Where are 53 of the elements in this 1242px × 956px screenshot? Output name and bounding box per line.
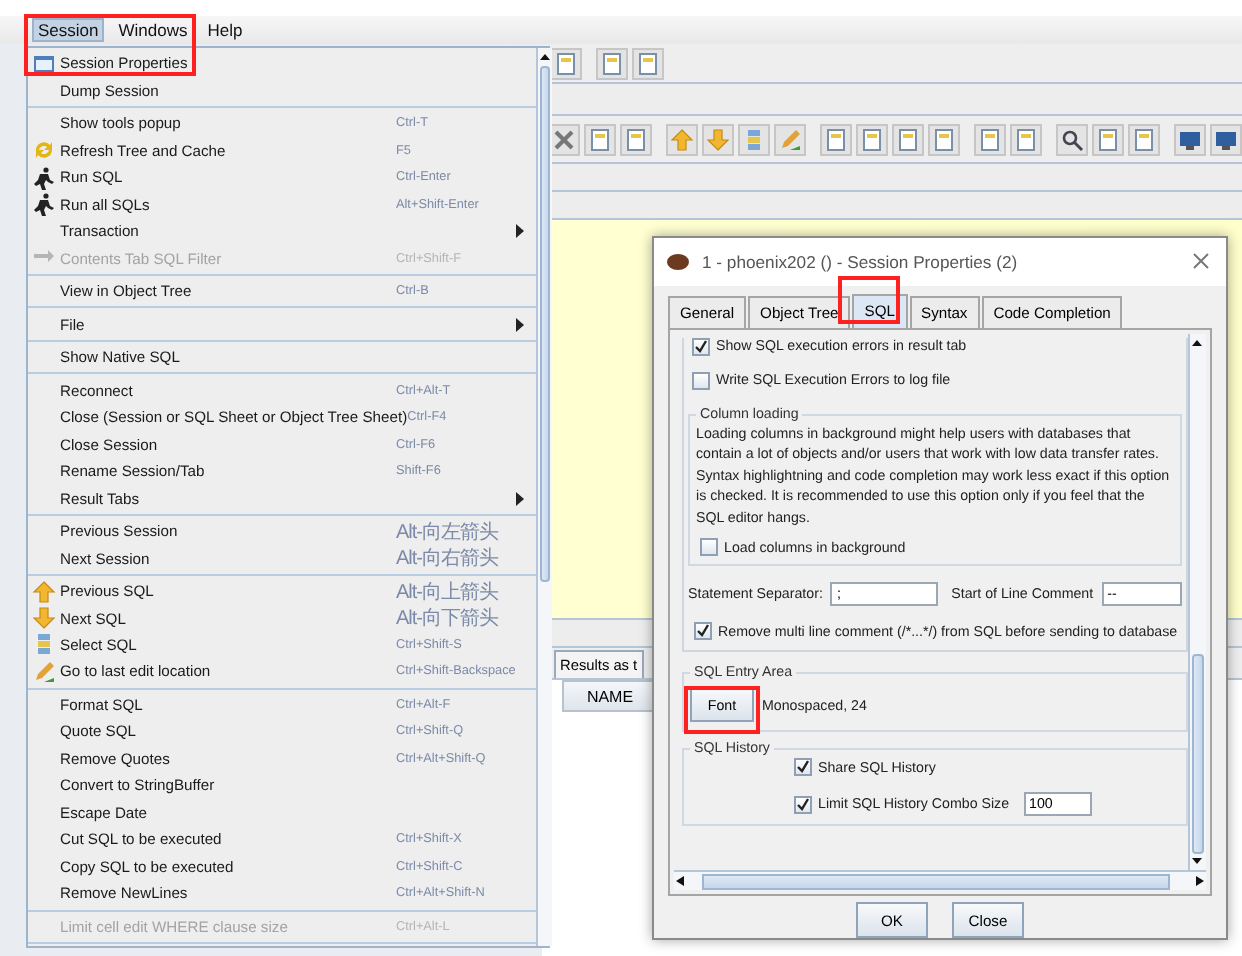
menu-bar-item[interactable]: Help — [201, 18, 249, 42]
shortcut-text: Alt-向右箭头 — [396, 545, 500, 573]
shortcut-text: Alt-向左箭头 — [396, 519, 500, 546]
document-icon — [624, 127, 648, 151]
document-icon — [932, 127, 956, 151]
up-arrow-icon — [32, 579, 56, 604]
column-header[interactable]: NAME — [562, 680, 658, 712]
pencil-icon — [778, 127, 802, 151]
document-icon — [588, 127, 612, 151]
monitor-icon — [1214, 127, 1238, 151]
checkbox[interactable] — [700, 538, 718, 557]
menu-bar-item[interactable]: Windows — [112, 18, 194, 42]
document-icon — [636, 51, 660, 75]
scroll-right-icon[interactable] — [1194, 874, 1206, 888]
pencil-icon — [32, 659, 56, 684]
document-icon — [896, 127, 920, 151]
document-icon — [554, 51, 578, 75]
monitor-icon — [1178, 127, 1202, 151]
document-icon — [860, 127, 884, 151]
checkbox[interactable] — [692, 371, 710, 390]
cross-icon — [552, 127, 576, 151]
toolbar-button[interactable] — [1210, 123, 1242, 155]
checkbox[interactable] — [694, 622, 712, 641]
runner-icon — [32, 192, 56, 217]
document-icon — [978, 127, 1002, 151]
document-icon — [1096, 127, 1120, 151]
scrollbar[interactable] — [1188, 333, 1206, 870]
scrollbar[interactable] — [535, 48, 552, 946]
shortcut-text: Alt-向下箭头 — [396, 605, 500, 633]
magnifier-icon — [1060, 127, 1084, 151]
down-arrow-icon — [706, 127, 730, 151]
runner-icon — [32, 165, 56, 190]
menu-bar-item[interactable]: Session — [32, 18, 105, 42]
close-icon[interactable] — [1192, 252, 1210, 271]
window-icon — [32, 51, 56, 76]
checkbox[interactable] — [692, 337, 710, 356]
document-icon — [824, 127, 848, 151]
checkbox[interactable] — [794, 758, 812, 777]
refresh-icon — [32, 138, 56, 163]
scroll-left-icon[interactable] — [674, 874, 686, 888]
shortcut-text: Alt-向上箭头 — [396, 579, 500, 606]
document-icon — [1014, 127, 1038, 151]
down-arrow-icon — [32, 606, 56, 631]
checkbox[interactable] — [794, 795, 812, 814]
stack-icon — [742, 127, 766, 151]
toolbar-button[interactable] — [1056, 123, 1088, 155]
toolbar-button[interactable] — [1174, 123, 1206, 155]
up-arrow-icon — [670, 127, 694, 151]
scrollbar[interactable] — [674, 870, 1206, 890]
document-icon — [1132, 127, 1156, 151]
stack-icon — [32, 632, 56, 657]
document-icon — [600, 51, 624, 75]
window-title: 1 - phoenix202 () - Session Properties (2) — [702, 251, 1020, 272]
